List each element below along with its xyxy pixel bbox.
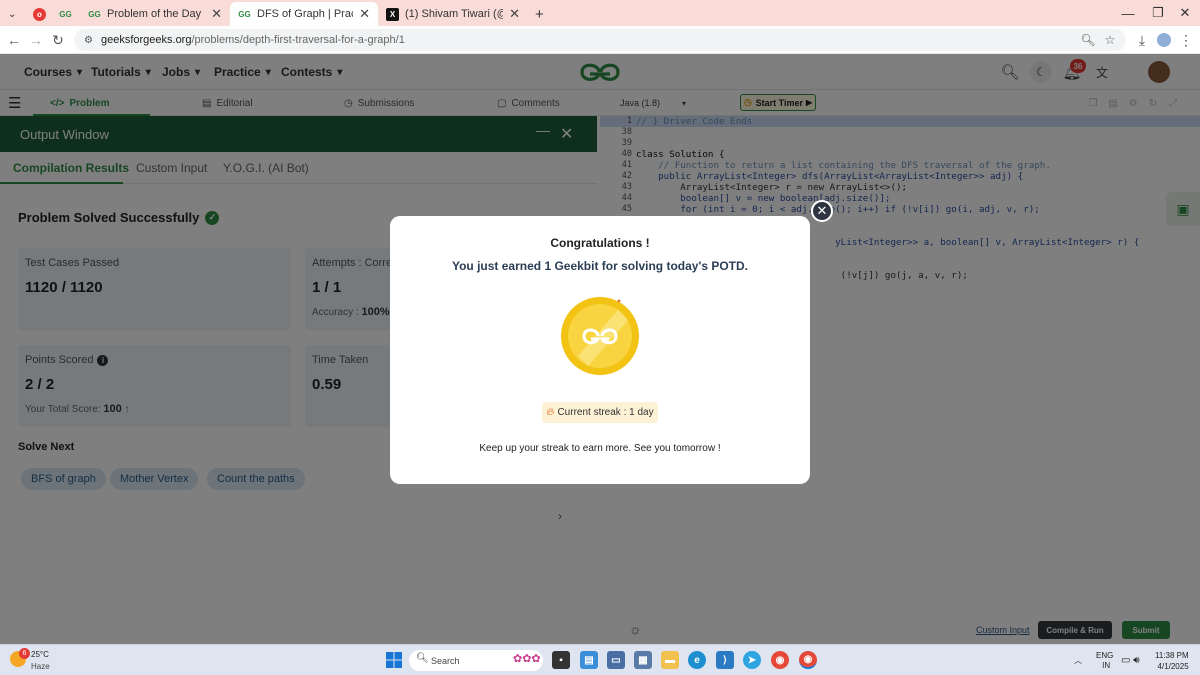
tab-title: DFS of Graph | Practice | Geeks <box>257 8 353 20</box>
tab-x-profile[interactable]: X (1) Shivam Tiwari (@iamtiwarish ✕ <box>378 2 528 26</box>
tab-dfs-of-graph[interactable]: GG DFS of Graph | Practice | Geeks ✕ <box>230 2 378 26</box>
url-path: /problems/depth-first-traversal-for-a-gr… <box>191 34 405 46</box>
search-placeholder: Search <box>431 655 460 666</box>
monitor-app-icon[interactable]: ▭ <box>607 651 625 669</box>
close-window-button[interactable]: ✕ <box>1170 0 1200 26</box>
arrow-left-icon: ← <box>7 32 21 48</box>
flame-icon: 🔥︎ <box>546 406 555 418</box>
windows-logo-icon <box>386 652 402 668</box>
gfg-icon: GG <box>88 9 101 19</box>
browser-menu-button[interactable]: ⋮ <box>1176 30 1196 50</box>
tulips-icon: ✿✿✿ <box>513 653 541 665</box>
vscode-icon[interactable]: ⟩ <box>716 651 734 669</box>
plus-icon: + <box>535 5 544 23</box>
back-button[interactable]: ← <box>4 30 24 50</box>
dialog-title: Congratulations ! <box>550 236 650 250</box>
gfg-icon: GG <box>238 9 251 19</box>
windows-taskbar: 6 25°C Haze 🔍︎ Search ✿✿✿ ▪ ▤ ▭ ▦ ▬ e ⟩ … <box>0 644 1200 675</box>
clock-date: 4/1/2025 <box>1157 661 1189 671</box>
search-icon: 🔍︎ <box>416 653 429 664</box>
chrome-icon[interactable]: ◉ <box>771 651 789 669</box>
downloads-button[interactable]: ⤓ <box>1132 30 1152 50</box>
forward-button[interactable]: → <box>26 30 46 50</box>
tab-search-dropdown[interactable]: ⌄ <box>4 2 28 26</box>
url-input[interactable]: ⚙ geeksforgeeks.org/problems/depth-first… <box>74 29 1126 51</box>
lang-top: ENG <box>1096 650 1114 660</box>
tab-title: (1) Shivam Tiwari (@iamtiwarish <box>405 8 503 20</box>
windows-start-icon[interactable] <box>385 651 403 669</box>
close-icon: ✕ <box>816 203 828 218</box>
restore-icon: ❐ <box>1152 5 1164 20</box>
minimize-icon: — <box>1121 5 1135 21</box>
close-icon: ✕ <box>1179 5 1191 20</box>
widgets-icon[interactable]: ▤ <box>580 651 598 669</box>
arrow-right-icon: → <box>29 32 43 48</box>
opera-icon: o <box>33 7 46 21</box>
browser-tab-strip: ⌄ o GG GG Problem of the Day | GeeksforG… <box>0 0 1200 26</box>
language-indicator[interactable]: ENG IN <box>1096 645 1113 675</box>
chrome-active-icon[interactable]: ◉ <box>799 651 817 669</box>
tab-pinned-gfg[interactable]: GG <box>54 2 78 26</box>
dialog-footer-text: Keep up your streak to earn more. See yo… <box>479 443 721 454</box>
url-host: geeksforgeeks.org <box>100 34 192 46</box>
current-streak-badge: 🔥︎ Current streak : 1 day <box>542 402 658 423</box>
reload-button[interactable]: ↻ <box>48 30 68 50</box>
address-bar: ← → ↻ ⚙ geeksforgeeks.org/problems/depth… <box>0 26 1200 54</box>
network-volume-icons[interactable]: ▭ 🔊︎ <box>1121 645 1140 675</box>
tab-pinned-opera[interactable]: o <box>28 2 52 26</box>
tab-title: Problem of the Day | GeeksforG <box>107 8 205 20</box>
weather-temp: 25°C <box>31 650 49 659</box>
x-icon: X <box>386 7 399 21</box>
chevron-down-icon: ⌄ <box>8 8 17 20</box>
network-icon: ▭ <box>1121 655 1131 666</box>
calculator-icon[interactable]: ▦ <box>634 651 652 669</box>
gfg-icon: GG <box>59 9 72 19</box>
kebab-menu-icon: ⋮ <box>1179 31 1193 48</box>
taskbar-search-input[interactable]: 🔍︎ Search ✿✿✿ <box>409 650 543 671</box>
site-info-icon[interactable]: ⚙ <box>84 35 93 46</box>
dialog-message: You just earned 1 Geekbit for solving to… <box>451 259 749 273</box>
streak-text: Current streak : 1 day <box>557 407 654 418</box>
weather-widget[interactable]: 6 25°C Haze <box>10 648 70 674</box>
download-icon: ⤓ <box>1138 31 1146 48</box>
new-tab-button[interactable]: + <box>530 2 552 26</box>
bookmark-star-icon[interactable]: ☆ <box>1100 29 1120 51</box>
reload-icon: ↻ <box>52 31 64 48</box>
telegram-icon[interactable]: ➤ <box>743 651 761 669</box>
close-icon[interactable]: ✕ <box>359 6 370 22</box>
close-icon[interactable]: ✕ <box>509 6 520 22</box>
lang-bottom: IN <box>1102 660 1111 670</box>
dialog-close-button[interactable]: ✕ <box>811 200 833 222</box>
file-explorer-icon[interactable]: ▬ <box>661 651 679 669</box>
clock-time: 11:38 PM <box>1155 650 1189 660</box>
task-view-icon[interactable]: ▪ <box>552 651 570 669</box>
geekbit-coin-icon <box>561 297 639 375</box>
tab-problem-of-the-day[interactable]: GG Problem of the Day | GeeksforG ✕ <box>80 2 230 26</box>
volume-icon: 🔊︎ <box>1133 655 1140 666</box>
weather-desc: Haze <box>31 662 50 671</box>
zoom-icon[interactable]: 🔍︎ <box>1078 29 1098 51</box>
edge-icon[interactable]: e <box>688 651 706 669</box>
tray-overflow-icon[interactable]: ︿ <box>1074 645 1082 675</box>
weather-badge: 6 <box>19 648 30 659</box>
profile-avatar-icon <box>1157 33 1171 47</box>
clock[interactable]: 11:38 PM 4/1/2025 <box>1155 645 1189 675</box>
profile-button[interactable] <box>1154 30 1174 50</box>
close-icon[interactable]: ✕ <box>211 6 222 22</box>
congratulations-dialog: Congratulations ! You just earned 1 Geek… <box>390 216 810 484</box>
